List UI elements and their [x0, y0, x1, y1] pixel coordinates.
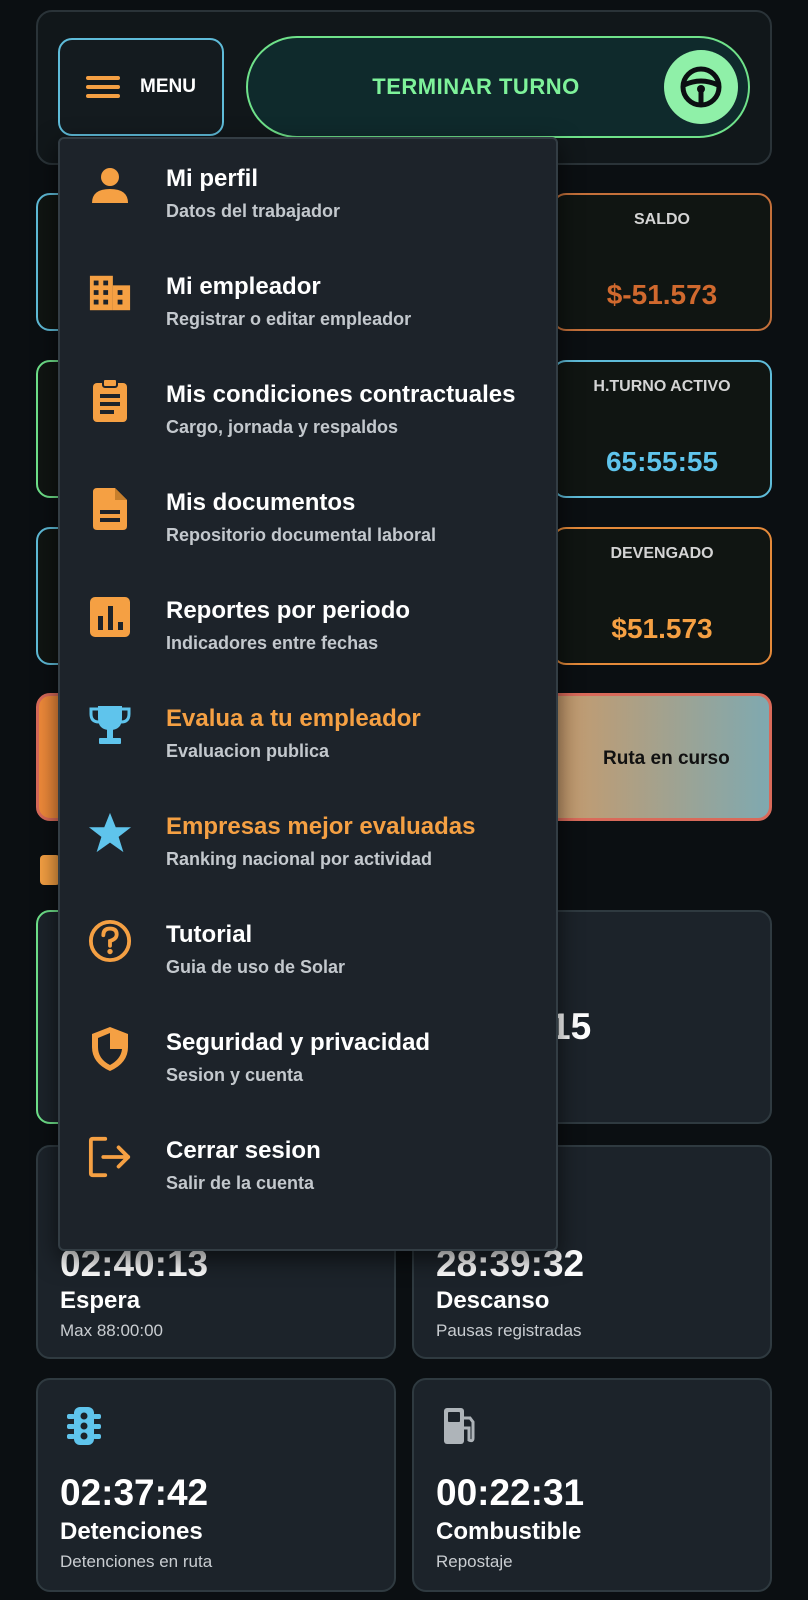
devengado-value: $51.573 [611, 613, 713, 644]
person-icon [88, 161, 132, 209]
menu-item-logout[interactable]: Cerrar sesion Salir de la cuenta [60, 1111, 556, 1219]
menu-item-subtitle: Ranking nacional por actividad [166, 849, 433, 869]
logout-icon [88, 1133, 132, 1181]
menu-item-subtitle: Sesion y cuenta [166, 1065, 304, 1085]
star-icon [88, 809, 132, 857]
menu-item-employer[interactable]: Mi empleador Registrar o editar empleado… [60, 247, 556, 355]
combustible-time: 00:22:31 [436, 1472, 585, 1513]
menu-item-subtitle: Guia de uso de Solar [166, 957, 346, 977]
saldo-title: SALDO [634, 211, 690, 228]
help-icon [88, 917, 132, 965]
menu-item-title: Mis condiciones contractuales [166, 381, 516, 408]
detenciones-label: Detenciones [60, 1518, 203, 1545]
steering-wheel-icon [664, 50, 738, 124]
end-shift-button[interactable]: TERMINAR TURNO [246, 36, 750, 138]
detenciones-sub: Detenciones en ruta [60, 1552, 213, 1571]
active-shift-title: H.TURNO ACTIVO [593, 378, 731, 395]
detenciones-card: 02:37:42 Detenciones Detenciones en ruta [36, 1378, 396, 1592]
devengado-card: DEVENGADO $51.573 [552, 527, 772, 665]
menu-item-subtitle: Evaluacion publica [166, 741, 330, 761]
espera-label: Espera [60, 1287, 141, 1314]
trophy-icon [88, 701, 132, 749]
detenciones-time: 02:37:42 [60, 1472, 209, 1513]
building-icon [88, 269, 132, 317]
menu-item-title: Mis documentos [166, 489, 356, 516]
menu-item-subtitle: Datos del trabajador [166, 201, 341, 221]
devengado-title: DEVENGADO [610, 545, 714, 562]
active-shift-value: 65:55:55 [605, 446, 719, 477]
menu-item-title: Evalua a tu empleador [166, 705, 421, 732]
menu-item-tutorial[interactable]: Tutorial Guia de uso de Solar [60, 895, 556, 1003]
menu-item-security[interactable]: Seguridad y privacidad Sesion y cuenta [60, 1003, 556, 1111]
menu-item-title: Cerrar sesion [166, 1137, 321, 1164]
main-menu-dropdown: Mi perfil Datos del trabajador Mi emplea… [58, 137, 558, 1251]
document-icon [88, 485, 132, 533]
menu-item-reports[interactable]: Reportes por periodo Indicadores entre f… [60, 571, 556, 679]
hamburger-icon [86, 76, 121, 98]
clipboard-icon [88, 377, 132, 425]
menu-item-top-companies[interactable]: Empresas mejor evaluadas Ranking naciona… [60, 787, 556, 895]
descanso-sub: Pausas registradas [436, 1321, 582, 1340]
bar-chart-icon [88, 593, 132, 641]
menu-button[interactable]: MENU [58, 38, 224, 136]
active-shift-card: H.TURNO ACTIVO 65:55:55 [552, 360, 772, 498]
menu-item-subtitle: Cargo, jornada y respaldos [166, 417, 399, 437]
descanso-label: Descanso [436, 1287, 550, 1314]
combustible-card: 00:22:31 Combustible Repostaje [412, 1378, 772, 1592]
menu-button-label: MENU [140, 76, 196, 97]
fuel-pump-icon [442, 1406, 478, 1451]
shield-icon [88, 1025, 132, 1073]
menu-item-title: Reportes por periodo [166, 597, 411, 624]
menu-item-evaluate-employer[interactable]: Evalua a tu empleador Evaluacion publica [60, 679, 556, 787]
menu-item-profile[interactable]: Mi perfil Datos del trabajador [60, 139, 556, 247]
menu-item-subtitle: Salir de la cuenta [166, 1173, 315, 1193]
saldo-value: $-51.573 [606, 279, 718, 310]
menu-item-documents[interactable]: Mis documentos Repositorio documental la… [60, 463, 556, 571]
route-banner-label: Ruta en curso [603, 748, 730, 769]
chart-icon [40, 855, 60, 885]
menu-item-title: Seguridad y privacidad [166, 1029, 431, 1056]
combustible-sub: Repostaje [436, 1552, 513, 1571]
traffic-light-icon [66, 1406, 102, 1451]
menu-item-subtitle: Indicadores entre fechas [166, 633, 379, 653]
end-shift-label: TERMINAR TURNO [372, 74, 580, 99]
menu-item-subtitle: Repositorio documental laboral [166, 525, 437, 545]
menu-item-contract[interactable]: Mis condiciones contractuales Cargo, jor… [60, 355, 556, 463]
menu-item-title: Mi empleador [166, 273, 321, 300]
menu-item-title: Mi perfil [166, 165, 259, 192]
menu-item-title: Empresas mejor evaluadas [166, 813, 476, 840]
espera-sub: Max 88:00:00 [60, 1321, 164, 1340]
menu-item-title: Tutorial [166, 921, 253, 948]
saldo-card: SALDO $-51.573 [552, 193, 772, 331]
combustible-label: Combustible [436, 1518, 582, 1545]
menu-item-subtitle: Registrar o editar empleador [166, 309, 412, 329]
